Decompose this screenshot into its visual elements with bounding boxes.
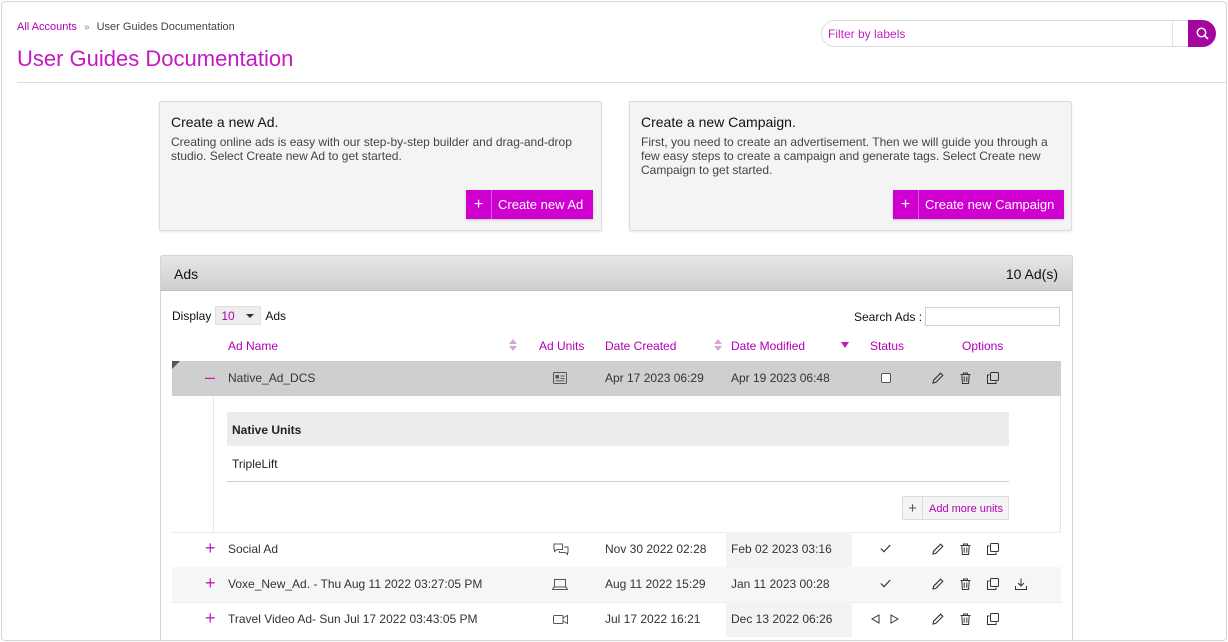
date-modified: Dec 13 2022 06:26 xyxy=(731,612,833,626)
filter-search-button[interactable] xyxy=(1188,20,1216,47)
delete-trash-icon[interactable] xyxy=(960,613,971,625)
page-title: User Guides Documentation xyxy=(17,46,294,71)
filter-labels-input[interactable] xyxy=(828,24,1168,44)
edit-pencil-icon[interactable] xyxy=(932,372,944,384)
ads-count: 10 Ad(s) xyxy=(1005,266,1058,282)
chat-bubbles-icon xyxy=(553,543,569,556)
app-frame: All Accounts » User Guides Documentation… xyxy=(1,1,1227,641)
expand-row-toggle[interactable]: + xyxy=(205,538,216,558)
delete-trash-icon[interactable] xyxy=(960,543,971,555)
search-icon xyxy=(1196,27,1209,40)
create-campaign-title: Create a new Campaign. xyxy=(641,114,796,130)
edit-pencil-icon[interactable] xyxy=(932,578,944,590)
ad-name[interactable]: Native_Ad_DCS xyxy=(228,371,315,385)
table-row[interactable]: + Social Ad Nov 30 2022 02:28 Feb 02 202… xyxy=(172,532,1061,567)
native-units-header: Native Units xyxy=(227,412,1009,446)
plus-icon: + xyxy=(903,497,923,519)
column-options: Options xyxy=(962,339,1004,353)
date-modified: Feb 02 2023 03:16 xyxy=(731,542,832,556)
native-card-icon xyxy=(553,372,567,384)
display-count-select[interactable]: 10 xyxy=(215,306,262,325)
breadcrumb: All Accounts » User Guides Documentation xyxy=(17,21,235,33)
edit-pencil-icon[interactable] xyxy=(932,543,944,555)
checkmark-icon xyxy=(880,544,891,553)
ads-panel-title: Ads xyxy=(174,266,199,282)
display-label: Display xyxy=(172,308,212,323)
sort-icon[interactable] xyxy=(714,339,722,351)
display-count-value: 10 xyxy=(221,308,235,323)
breadcrumb-all-accounts-link[interactable]: All Accounts xyxy=(17,21,77,33)
sort-icon[interactable] xyxy=(509,339,517,351)
plus-icon: + xyxy=(893,190,919,219)
display-suffix: Ads xyxy=(265,308,287,323)
column-date-created[interactable]: Date Created xyxy=(605,339,676,353)
add-more-units-label: Add more units xyxy=(929,503,1003,515)
date-modified: Apr 19 2023 06:48 xyxy=(731,371,830,385)
create-new-campaign-button[interactable]: + Create new Campaign xyxy=(893,190,1065,219)
ads-panel-header: Ads 10 Ad(s) xyxy=(161,256,1072,291)
date-modified: Jan 11 2023 00:28 xyxy=(731,577,830,591)
add-more-units-button[interactable]: + Add more units xyxy=(902,496,1009,520)
ad-name[interactable]: Travel Video Ad- Sun Jul 17 2022 03:43:0… xyxy=(228,612,478,626)
breadcrumb-separator: » xyxy=(83,22,90,33)
breadcrumb-current: User Guides Documentation xyxy=(96,21,235,33)
date-created: Apr 17 2023 06:29 xyxy=(605,371,704,385)
ads-panel: Ads 10 Ad(s) Display 10 Ads Search Ads :… xyxy=(160,255,1073,640)
date-created: Nov 30 2022 02:28 xyxy=(605,542,707,556)
video-camera-icon xyxy=(553,614,568,625)
expand-row-toggle[interactable]: + xyxy=(205,573,216,593)
edit-pencil-icon[interactable] xyxy=(932,613,944,625)
table-row[interactable]: – Native_Ad_DCS Apr 17 2023 06:29 Apr 19… xyxy=(172,361,1061,396)
search-ads-input[interactable] xyxy=(925,307,1061,326)
search-ads-label: Search Ads : xyxy=(854,309,923,324)
delete-trash-icon[interactable] xyxy=(960,578,971,590)
column-date-modified[interactable]: Date Modified xyxy=(731,339,805,353)
laptop-icon xyxy=(552,579,568,590)
native-unit-item[interactable]: TripleLift xyxy=(227,446,1009,481)
ad-name[interactable]: Social Ad xyxy=(228,542,278,556)
column-ad-units[interactable]: Ad Units xyxy=(539,339,584,353)
next-icon[interactable] xyxy=(890,614,899,624)
checkmark-icon xyxy=(880,579,891,588)
plus-icon: + xyxy=(466,190,492,219)
filter-box xyxy=(821,20,1216,47)
create-ad-description: Creating online ads is easy with our ste… xyxy=(171,135,572,163)
display-control: Display 10 Ads xyxy=(172,306,286,325)
copy-icon[interactable] xyxy=(987,372,999,384)
chevron-down-icon xyxy=(246,313,255,318)
download-icon[interactable] xyxy=(1015,578,1027,590)
date-created: Jul 17 2022 16:21 xyxy=(605,612,701,626)
create-ad-card: Create a new Ad. Creating online ads is … xyxy=(159,101,602,231)
search-ads: Search Ads : xyxy=(854,307,1061,326)
column-status: Status xyxy=(870,339,905,353)
create-campaign-card: Create a new Campaign. First, you need t… xyxy=(629,101,1072,231)
delete-trash-icon[interactable] xyxy=(960,372,971,384)
create-ad-title: Create a new Ad. xyxy=(171,114,279,130)
previous-icon[interactable] xyxy=(871,614,880,624)
date-created: Aug 11 2022 15:29 xyxy=(605,577,706,591)
table-row[interactable]: + Travel Video Ad- Sun Jul 17 2022 03:43… xyxy=(172,602,1061,637)
copy-icon[interactable] xyxy=(987,543,999,555)
ad-name[interactable]: Voxe_New_Ad. - Thu Aug 11 2022 03:27:05 … xyxy=(228,577,482,591)
filter-divider xyxy=(1172,21,1173,46)
copy-icon[interactable] xyxy=(987,578,999,590)
header-divider xyxy=(17,82,1226,83)
create-new-ad-label: Create new Ad xyxy=(498,197,584,212)
native-units-table: Native Units TripleLift xyxy=(227,412,1009,482)
row-corner-marker xyxy=(172,361,180,369)
status-checkbox-icon[interactable] xyxy=(881,373,891,383)
column-ad-name[interactable]: Ad Name xyxy=(228,339,278,353)
sort-desc-icon[interactable] xyxy=(841,342,849,354)
create-new-campaign-label: Create new Campaign xyxy=(925,197,1055,212)
create-new-ad-button[interactable]: + Create new Ad xyxy=(466,190,594,219)
create-campaign-description: First, you need to create an advertiseme… xyxy=(641,135,1048,177)
copy-icon[interactable] xyxy=(987,613,999,625)
table-row[interactable]: + Voxe_New_Ad. - Thu Aug 11 2022 03:27:0… xyxy=(172,567,1061,602)
collapse-row-toggle[interactable]: – xyxy=(205,367,215,387)
expand-row-toggle[interactable]: + xyxy=(205,608,216,628)
expanded-details: Native Units TripleLift + Add more units xyxy=(213,396,1061,532)
